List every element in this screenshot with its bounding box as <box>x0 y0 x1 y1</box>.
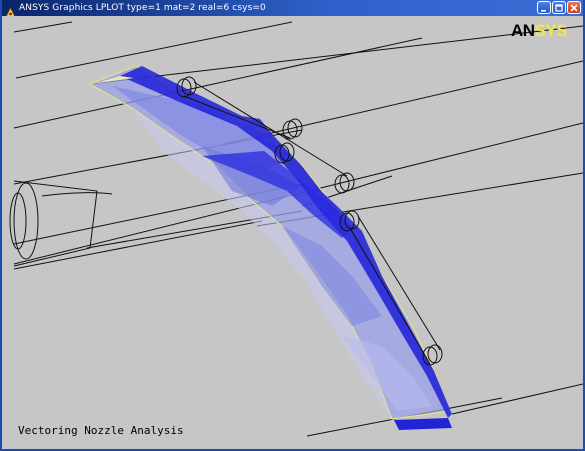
ansys-graphics-window: ANSYS Graphics LPLOT type=1 mat=2 real=6… <box>0 0 585 451</box>
close-button[interactable] <box>567 1 581 14</box>
minimize-icon <box>541 9 546 12</box>
ansys-app-icon <box>5 3 16 17</box>
title-bar[interactable]: ANSYS Graphics LPLOT type=1 mat=2 real=6… <box>2 0 583 17</box>
model-plot <box>9 21 583 437</box>
maximize-icon <box>555 3 563 12</box>
logo-part-an: AN <box>511 21 535 40</box>
window-title: ANSYS Graphics LPLOT type=1 mat=2 real=6… <box>19 3 266 13</box>
close-icon <box>570 3 578 12</box>
graphics-viewport[interactable]: ANSYS Vectoring Nozzle Analysis <box>2 16 583 449</box>
minimize-button[interactable] <box>537 1 551 14</box>
plot-caption: Vectoring Nozzle Analysis <box>18 424 184 437</box>
ansys-logo: ANSYS <box>511 21 568 41</box>
maximize-button[interactable] <box>552 1 566 14</box>
window-controls <box>537 1 581 14</box>
nozzle-flap-surface <box>88 65 452 430</box>
logo-part-sys: SYS <box>534 21 568 40</box>
